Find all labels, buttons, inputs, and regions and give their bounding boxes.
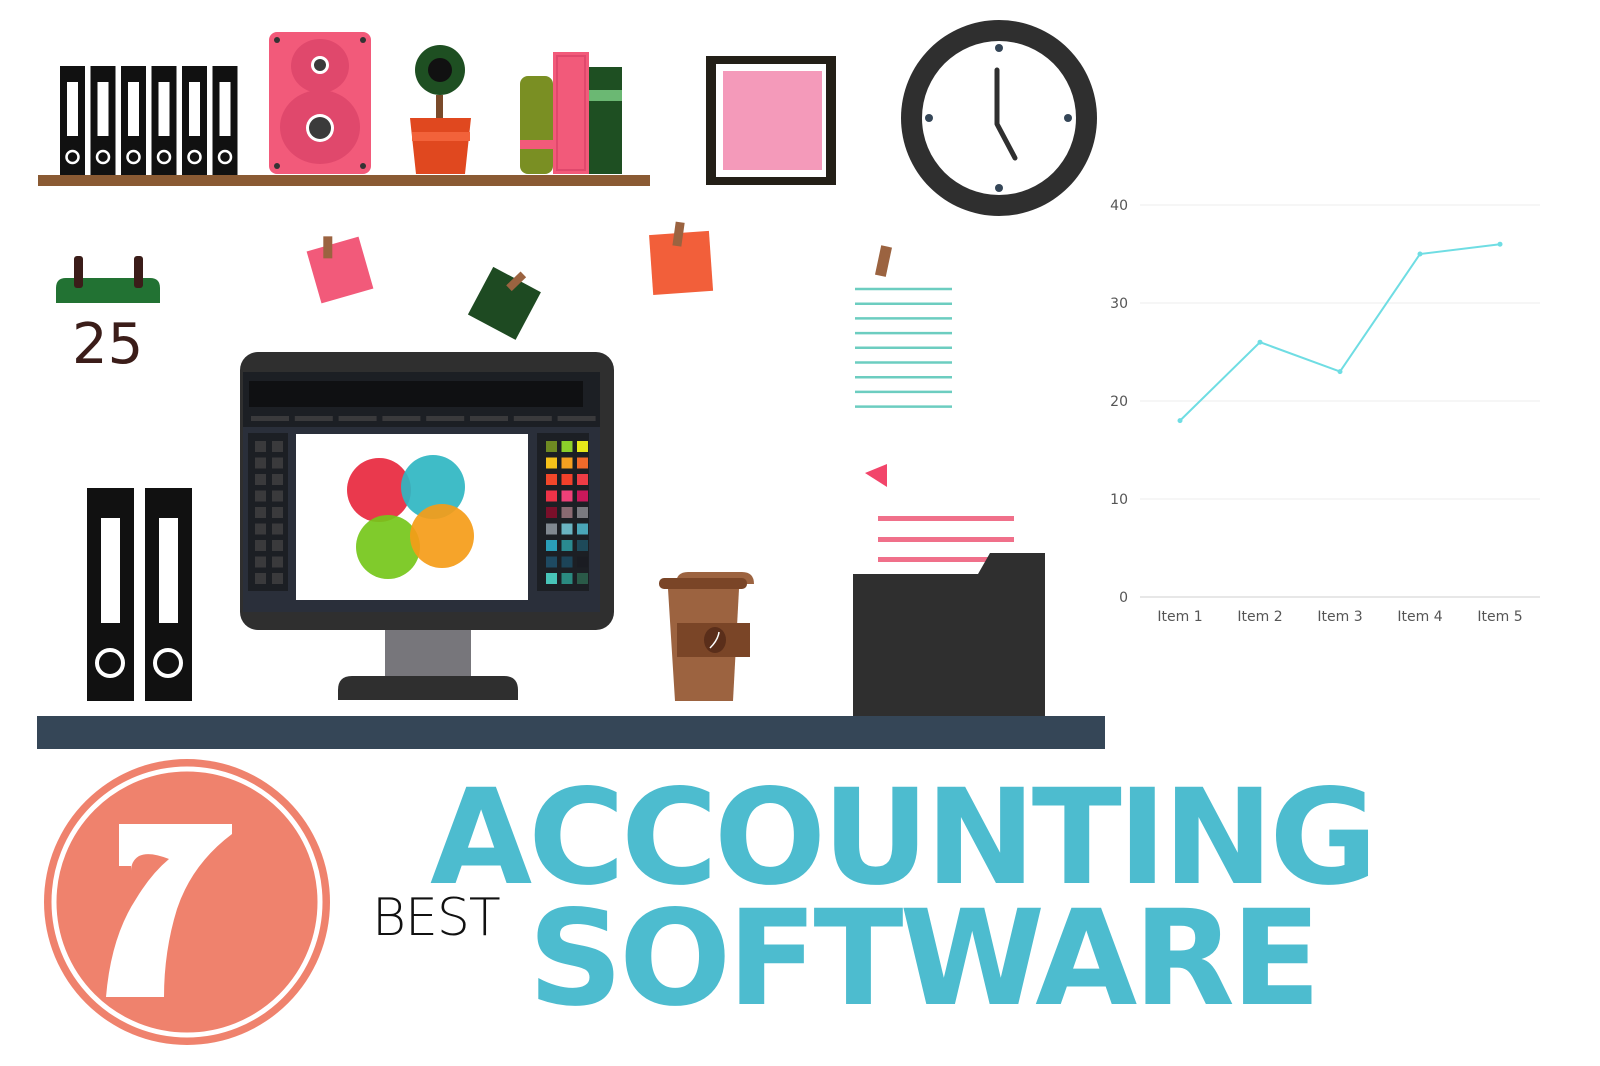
- sticky-note-green: [467, 266, 541, 340]
- monitor-icon: [240, 352, 614, 700]
- x-tick-label: Item 4: [1397, 609, 1442, 625]
- data-point: [1337, 369, 1343, 375]
- desk-binders: [87, 488, 192, 701]
- speaker-icon: [269, 32, 371, 174]
- number-badge: [44, 759, 330, 1045]
- data-point: [1177, 418, 1183, 424]
- calendar-day: 25: [72, 312, 144, 377]
- calendar-icon: [56, 256, 160, 303]
- shelf-binders: [60, 66, 238, 175]
- y-tick-label: 20: [1110, 394, 1128, 410]
- x-tick-label: Item 1: [1157, 609, 1202, 625]
- series-line: [1179, 243, 1501, 422]
- line-chart: 0 10 20 30 40 Item 1 Item 2 Item 3 Item 4 Item 5: [1110, 198, 1540, 625]
- coffee-cup-icon: [659, 572, 754, 701]
- books-icon: [520, 52, 622, 174]
- data-point: [1417, 251, 1423, 257]
- top-shelf: [38, 175, 650, 186]
- y-tick-label: 10: [1110, 492, 1128, 508]
- y-tick-label: 0: [1119, 590, 1128, 606]
- x-tick-label: Item 3: [1317, 609, 1362, 625]
- file-folder-icon: [853, 464, 1045, 716]
- x-tick-label: Item 2: [1237, 609, 1282, 625]
- lined-note-icon: [855, 245, 952, 408]
- data-point: [1497, 241, 1503, 247]
- sticky-note-orange: [649, 221, 714, 295]
- picture-frame-icon: [706, 56, 836, 185]
- desk: [37, 716, 1105, 749]
- x-tick-label: Item 5: [1477, 609, 1522, 625]
- sticky-note-pink: [306, 236, 374, 304]
- clock-icon: [901, 20, 1097, 216]
- y-tick-label: 30: [1110, 296, 1128, 312]
- title-software: SOFTWARE: [528, 882, 1321, 1036]
- potted-plant-icon: [410, 45, 471, 174]
- data-point: [1257, 339, 1263, 345]
- y-tick-label: 40: [1110, 198, 1128, 214]
